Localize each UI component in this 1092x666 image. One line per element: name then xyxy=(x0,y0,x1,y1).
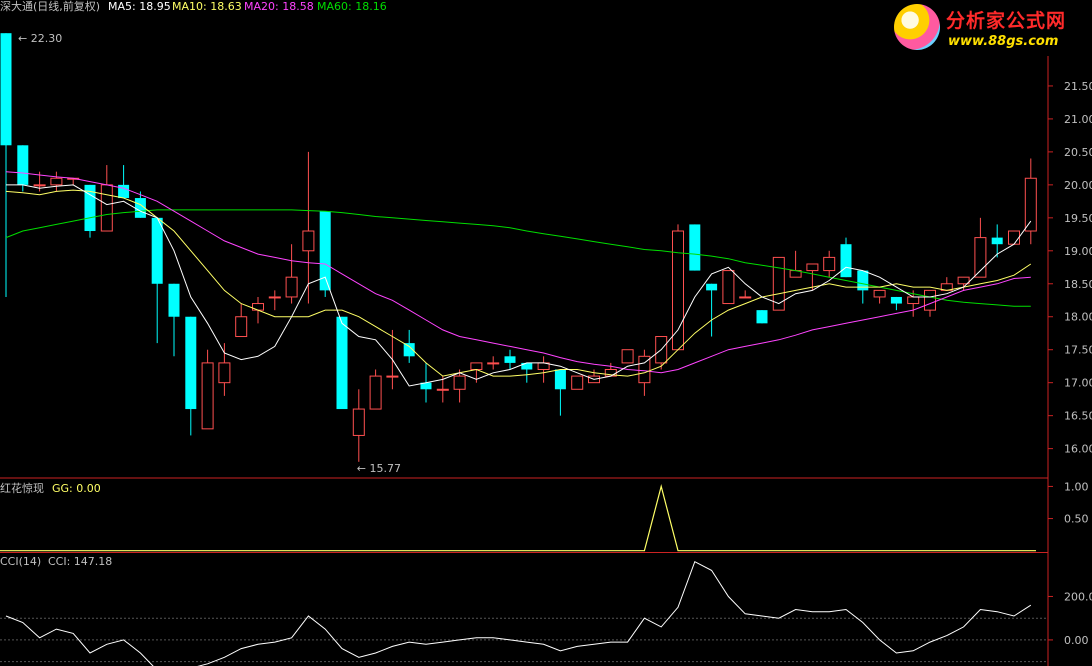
candle-body xyxy=(168,283,180,317)
ma60-label: MA60: 18.16 xyxy=(317,0,387,13)
ma5-label: MA5: 18.95 xyxy=(108,0,171,13)
cci-axis-tick-label: 200.0 xyxy=(1064,590,1092,603)
candle-body xyxy=(873,289,886,298)
candle-body xyxy=(185,316,197,410)
indicator1-value: GG: 0.00 xyxy=(52,482,101,495)
indicator1-name: 红花惊现 xyxy=(0,482,44,495)
site-logo[interactable]: 分析家公式网 www.88gs.com xyxy=(888,0,1092,56)
ma10-label: MA10: 18.63 xyxy=(172,0,242,13)
candle-body xyxy=(118,184,130,199)
candle-body xyxy=(100,184,113,232)
price-axis-tick-label: 17.00 xyxy=(1064,377,1092,390)
candle-body xyxy=(823,256,836,272)
candle-body xyxy=(1008,230,1020,245)
candle-body xyxy=(151,217,163,284)
candle-body xyxy=(235,316,248,338)
candle-body xyxy=(621,349,634,364)
candle-body xyxy=(302,230,315,252)
indicator2-value: CCI: 147.18 xyxy=(48,555,113,568)
stock-title: 深大通(日线,前复权) xyxy=(0,0,101,13)
candle-body xyxy=(504,356,516,363)
candle-body xyxy=(268,296,281,299)
candle-body xyxy=(554,369,566,390)
price-axis-tick-label: 21.00 xyxy=(1064,113,1092,126)
chart-canvas[interactable]: 16.00 16.50 17.00 17.50 18.00 18.50 19.00 19.50… xyxy=(0,0,1092,666)
price-axis-tick-label: 18.00 xyxy=(1064,311,1092,324)
logo-text: 分析家公式网 xyxy=(946,10,1067,32)
cci-line xyxy=(5,560,1032,666)
candle-body xyxy=(806,263,819,272)
cci-axis-tick-label: 0.00 xyxy=(1064,634,1089,647)
candle-body xyxy=(924,289,936,311)
candle-body xyxy=(33,184,46,187)
candle-body xyxy=(487,362,500,365)
candle-body xyxy=(453,375,466,390)
candle-body xyxy=(739,296,752,299)
candle-body xyxy=(689,224,701,271)
candle-body xyxy=(756,310,768,324)
candle-body xyxy=(436,388,449,391)
candle-body xyxy=(672,230,684,351)
price-axis-tick-label: 20.00 xyxy=(1064,179,1092,192)
candle-body xyxy=(252,303,264,311)
candle-body xyxy=(991,237,1003,245)
candle-body xyxy=(907,296,920,305)
candle-body xyxy=(201,362,214,430)
price-axis-tick-label: 16.50 xyxy=(1064,410,1092,423)
candle-body xyxy=(17,145,29,185)
candle-body xyxy=(386,375,399,378)
gg-line xyxy=(0,484,1036,552)
price-axis-tick-label: 18.50 xyxy=(1064,278,1092,291)
low-price-marker: ← 15.77 xyxy=(357,462,401,475)
candle-body xyxy=(352,408,365,436)
candle-body xyxy=(706,283,718,291)
price-axis-tick-label: 21.50 xyxy=(1064,80,1092,93)
candle-body xyxy=(571,375,584,390)
gg-axis-tick-label: 1.00 xyxy=(1064,480,1089,493)
ma5-line xyxy=(6,184,1032,387)
price-axis-tick-label: 19.00 xyxy=(1064,245,1092,258)
candle-body xyxy=(218,362,231,384)
candle-body xyxy=(0,33,12,146)
candle-body xyxy=(50,177,63,186)
ma20-label: MA20: 18.58 xyxy=(244,0,314,13)
indicator2-name: CCI(14) xyxy=(0,555,42,568)
candle-body xyxy=(470,362,483,370)
candle-body xyxy=(722,270,735,305)
high-price-marker: ← 22.30 xyxy=(18,32,62,45)
candle-body xyxy=(1024,177,1037,232)
price-axis-tick-label: 17.50 xyxy=(1064,344,1092,357)
candle-body xyxy=(336,316,348,410)
price-axis-tick-label: 20.50 xyxy=(1064,146,1092,159)
candle-body xyxy=(285,276,298,298)
gg-axis-tick-label: 0.50 xyxy=(1064,513,1089,526)
candle-body xyxy=(890,296,902,304)
flower-logo-icon xyxy=(894,4,940,50)
logo-url: www.88gs.com xyxy=(948,34,1059,49)
price-axis-tick-label: 16.00 xyxy=(1064,443,1092,456)
price-axis-tick-label: 19.50 xyxy=(1064,212,1092,225)
stock-chart-window: 16.00 16.50 17.00 17.50 18.00 18.50 19.00 19.50… xyxy=(0,0,1092,666)
candle-body xyxy=(369,375,382,410)
candle-body xyxy=(840,244,852,278)
